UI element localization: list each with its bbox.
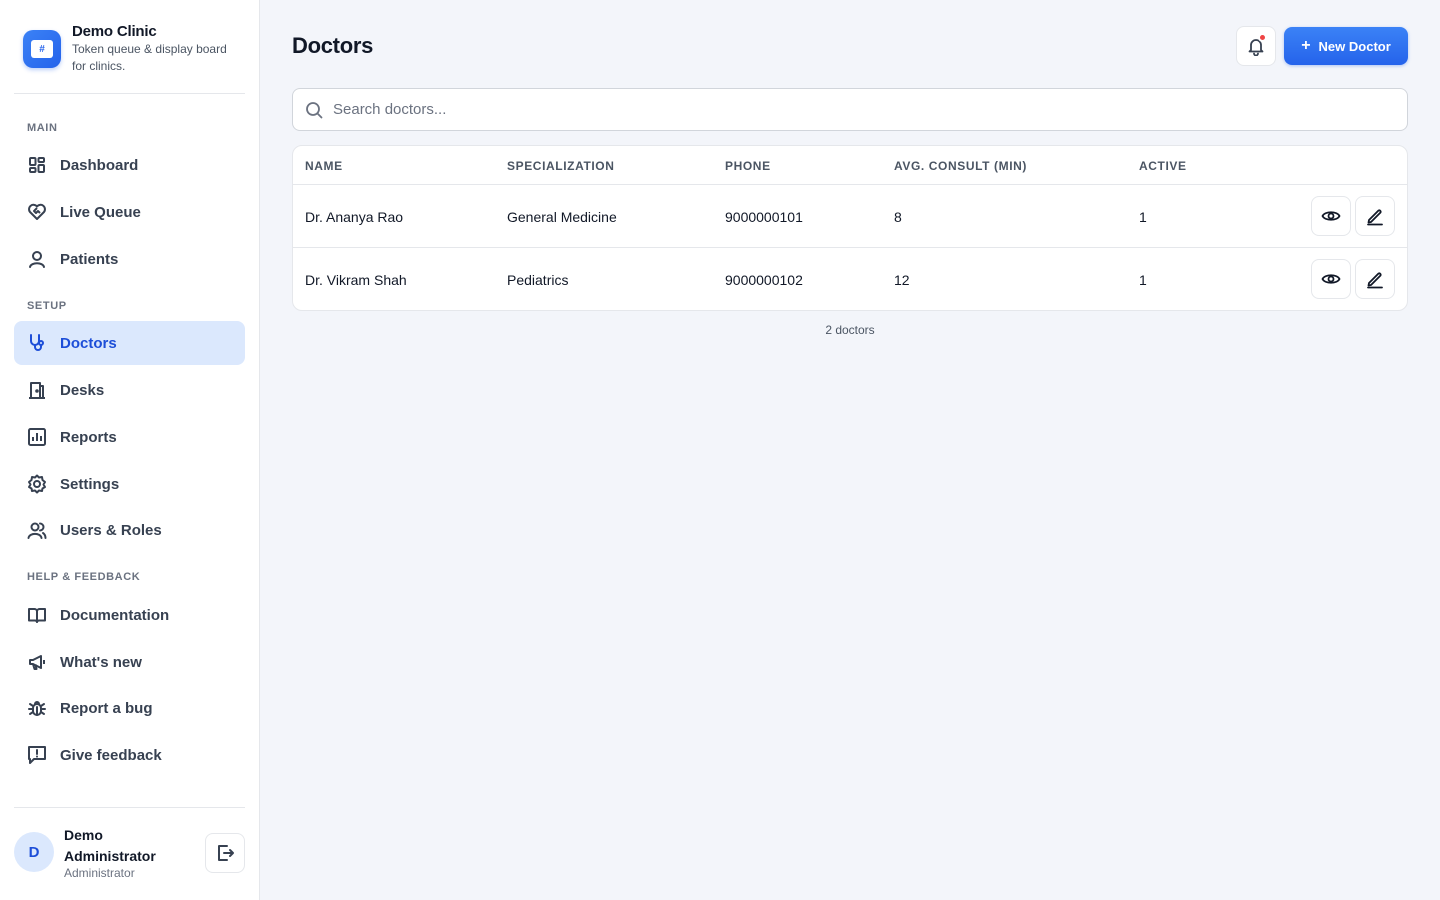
column-header-phone[interactable]: PHONE xyxy=(725,159,771,173)
stethoscope-icon xyxy=(27,333,47,353)
sidebar-item-label: Settings xyxy=(60,475,120,493)
sidebar-item-desks[interactable]: Desks xyxy=(14,368,245,412)
section-label-help: HELP & FEEDBACK xyxy=(27,571,141,583)
column-header-name[interactable]: NAME xyxy=(305,159,343,173)
table-row[interactable]: Dr. Vikram Shah Pediatrics 9000000102 12… xyxy=(293,248,1407,310)
sidebar-item-report-bug[interactable]: Report a bug xyxy=(14,686,245,730)
cell-specialization: Pediatrics xyxy=(507,272,569,288)
sidebar-item-users-roles[interactable]: Users & Roles xyxy=(14,508,245,552)
sidebar-item-label: Report a bug xyxy=(60,699,153,717)
door-icon xyxy=(27,380,47,400)
brand: # Demo Clinic Token queue & display boar… xyxy=(14,18,245,94)
doctors-table: NAME SPECIALIZATION PHONE AVG. CONSULT (… xyxy=(292,145,1408,311)
result-count: 2 doctors xyxy=(825,323,875,337)
user-role: Administrator xyxy=(64,866,135,880)
sidebar-item-label: What's new xyxy=(60,653,142,671)
new-doctor-button[interactable]: + New Doctor xyxy=(1284,27,1408,65)
logout-button[interactable] xyxy=(205,833,245,873)
user-icon xyxy=(27,249,47,269)
users-icon xyxy=(27,520,47,540)
sidebar-item-label: Dashboard xyxy=(60,156,139,174)
sidebar-item-settings[interactable]: Settings xyxy=(14,462,245,506)
sidebar-item-reports[interactable]: Reports xyxy=(14,415,245,459)
ticket-icon: # xyxy=(23,30,61,68)
page-title: Doctors xyxy=(292,33,374,58)
cell-name: Dr. Ananya Rao xyxy=(305,209,404,225)
table-header: NAME SPECIALIZATION PHONE AVG. CONSULT (… xyxy=(293,146,1407,185)
view-button[interactable] xyxy=(1311,196,1351,236)
cell-avg-consult: 12 xyxy=(894,272,910,288)
pencil-icon xyxy=(1365,269,1385,289)
column-header-specialization[interactable]: SPECIALIZATION xyxy=(507,159,615,173)
brand-name: Demo Clinic xyxy=(72,23,157,40)
sidebar-item-patients[interactable]: Patients xyxy=(14,237,245,281)
sidebar-item-label: Doctors xyxy=(60,334,117,352)
pencil-icon xyxy=(1365,206,1385,226)
eye-icon xyxy=(1321,269,1341,289)
sidebar-item-label: Live Queue xyxy=(60,203,141,221)
cell-active: 1 xyxy=(1139,272,1147,288)
view-button[interactable] xyxy=(1311,259,1351,299)
sidebar-item-live-queue[interactable]: Live Queue xyxy=(14,190,245,234)
cell-specialization: General Medicine xyxy=(507,209,617,225)
table-row[interactable]: Dr. Ananya Rao General Medicine 90000001… xyxy=(293,185,1407,248)
section-label-main: MAIN xyxy=(27,122,58,134)
cell-phone: 9000000102 xyxy=(725,272,803,288)
user-name: Demo Administrator xyxy=(64,827,156,864)
megaphone-icon xyxy=(27,652,47,672)
dashboard-icon xyxy=(27,155,47,175)
sidebar-item-label: Patients xyxy=(60,250,119,268)
eye-icon xyxy=(1321,206,1341,226)
sidebar-item-documentation[interactable]: Documentation xyxy=(14,593,245,637)
column-header-active[interactable]: ACTIVE xyxy=(1139,159,1187,173)
edit-button[interactable] xyxy=(1355,259,1395,299)
sidebar-item-label: Desks xyxy=(60,381,105,399)
cell-name: Dr. Vikram Shah xyxy=(305,272,407,288)
cell-phone: 9000000101 xyxy=(725,209,803,225)
sidebar-item-label: Reports xyxy=(60,428,117,446)
sidebar-item-label: Give feedback xyxy=(60,746,162,764)
avatar: D xyxy=(14,832,54,872)
bug-icon xyxy=(27,698,47,718)
new-doctor-label: New Doctor xyxy=(1318,38,1391,54)
cell-active: 1 xyxy=(1139,209,1147,225)
gear-icon xyxy=(27,474,47,494)
notifications-button[interactable] xyxy=(1236,26,1276,66)
sidebar-item-label: Users & Roles xyxy=(60,521,162,539)
search-box[interactable] xyxy=(292,88,1408,131)
sidebar-item-give-feedback[interactable]: Give feedback xyxy=(14,733,245,777)
sidebar: # Demo Clinic Token queue & display boar… xyxy=(0,0,260,900)
section-label-setup: SETUP xyxy=(27,300,67,312)
logout-icon xyxy=(215,843,235,863)
sidebar-item-whats-new[interactable]: What's new xyxy=(14,640,245,684)
sidebar-item-label: Documentation xyxy=(60,606,170,624)
brand-tagline: Token queue & display board for clinics. xyxy=(72,42,227,73)
sidebar-item-dashboard[interactable]: Dashboard xyxy=(14,143,245,187)
message-icon xyxy=(27,745,47,765)
search-icon xyxy=(305,101,323,119)
heart-handshake-icon xyxy=(27,202,47,222)
book-icon xyxy=(27,605,47,625)
notification-dot xyxy=(1258,33,1267,42)
edit-button[interactable] xyxy=(1355,196,1395,236)
cell-avg-consult: 8 xyxy=(894,209,902,225)
bar-chart-icon xyxy=(27,427,47,447)
sidebar-item-doctors[interactable]: Doctors xyxy=(14,321,245,365)
user-profile: D Demo Administrator Administrator xyxy=(14,807,245,900)
column-header-avg-consult[interactable]: AVG. CONSULT (MIN) xyxy=(894,159,1027,173)
plus-icon: + xyxy=(1301,37,1311,54)
search-input[interactable] xyxy=(333,101,1333,118)
